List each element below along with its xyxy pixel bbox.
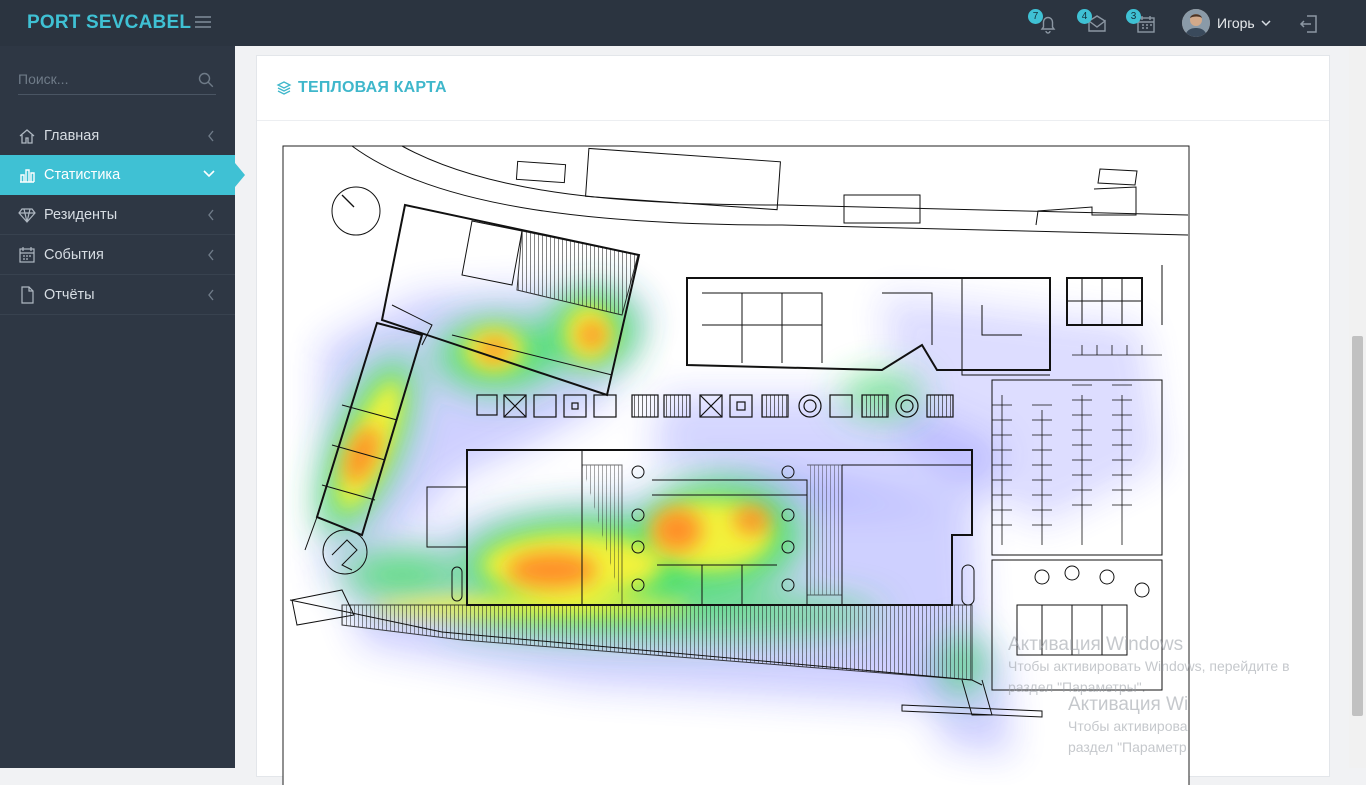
- watermark-line: Чтобы активирова: [1068, 718, 1188, 734]
- windows-activation-watermark: Активация Windows Чтобы активировать Win…: [1008, 634, 1290, 698]
- chevron-left-icon: [208, 289, 214, 301]
- sidebar-item-home[interactable]: Главная: [0, 116, 235, 156]
- sidebar: Главная Статистика Резиденты События Отч…: [0, 46, 245, 768]
- layers-icon: [276, 81, 292, 95]
- top-bar: PORT SEVCABEL 7 4 3 Игорь: [0, 0, 1366, 46]
- sidebar-item-events[interactable]: События: [0, 235, 235, 275]
- messages-badge: 4: [1077, 9, 1092, 24]
- watermark-line: раздел "Параметр: [1068, 739, 1187, 755]
- sidebar-item-reports[interactable]: Отчёты: [0, 275, 235, 315]
- sidebar-search: [18, 68, 216, 95]
- sidebar-item-residents[interactable]: Резиденты: [0, 195, 235, 235]
- sidebar-item-label: Отчёты: [44, 286, 95, 303]
- panel-title: ТЕПЛОВАЯ КАРТА: [298, 79, 447, 96]
- user-menu[interactable]: Игорь: [1182, 9, 1271, 37]
- avatar: [1182, 9, 1210, 37]
- chevron-left-icon: [208, 130, 214, 142]
- sidebar-item-label: Статистика: [44, 167, 121, 183]
- calendar-button[interactable]: 3: [1126, 9, 1158, 36]
- windows-activation-watermark-2: Активация Wi Чтобы активирова раздел "Па…: [1068, 694, 1196, 758]
- sidebar-item-label: События: [44, 246, 104, 263]
- panel-header: ТЕПЛОВАЯ КАРТА: [257, 56, 1329, 121]
- page-scrollbar[interactable]: [1349, 46, 1366, 768]
- sidebar-item-label: Резиденты: [44, 206, 118, 223]
- watermark-title: Активация Wi: [1068, 694, 1189, 715]
- diamond-icon: [18, 207, 36, 223]
- notifications-badge: 7: [1028, 9, 1043, 24]
- messages-button[interactable]: 4: [1077, 9, 1109, 36]
- notifications-button[interactable]: 7: [1028, 9, 1060, 36]
- chevron-down-icon: [203, 170, 215, 178]
- scroll-thumb[interactable]: [1352, 336, 1363, 716]
- logout-icon[interactable]: [1298, 13, 1320, 35]
- search-input[interactable]: [18, 68, 188, 90]
- watermark-line: Чтобы активировать Windows, перейдите в: [1008, 658, 1290, 674]
- watermark-title: Активация Windows: [1008, 634, 1184, 655]
- calendar-badge: 3: [1126, 9, 1141, 24]
- document-icon: [21, 285, 34, 304]
- calendar-icon: [19, 246, 35, 263]
- chevron-left-icon: [208, 209, 214, 221]
- user-name: Игорь: [1217, 15, 1255, 31]
- bar-chart-icon: [20, 169, 35, 183]
- sidebar-item-statistics[interactable]: Статистика: [0, 155, 245, 195]
- chevron-left-icon: [208, 249, 214, 261]
- search-icon[interactable]: [198, 72, 214, 88]
- sidebar-item-label: Главная: [44, 127, 100, 144]
- chevron-down-icon: [1261, 20, 1271, 27]
- home-icon: [19, 128, 35, 144]
- menu-toggle-icon[interactable]: [195, 16, 211, 30]
